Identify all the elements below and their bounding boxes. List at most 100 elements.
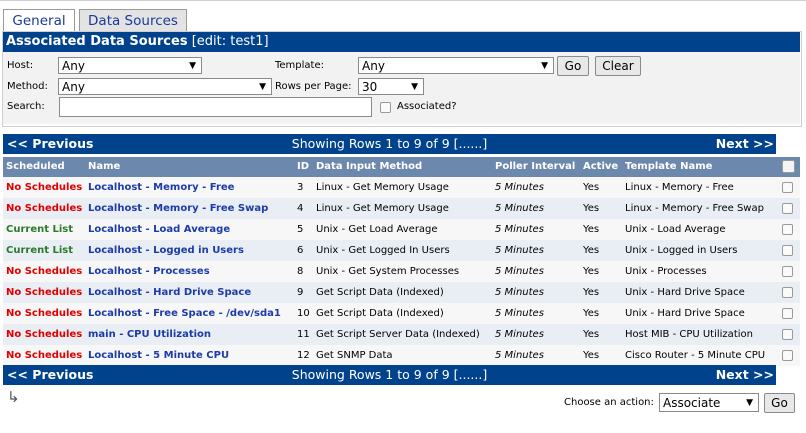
cell-template-name: Host MIB - CPU Utilization bbox=[625, 329, 753, 340]
row-checkbox[interactable] bbox=[782, 287, 793, 298]
cell-poller-interval: 5 Minutes bbox=[495, 308, 544, 319]
cell-name[interactable]: Localhost - Logged in Users bbox=[88, 240, 244, 261]
col-active[interactable]: Active bbox=[583, 157, 618, 177]
col-id[interactable]: ID bbox=[297, 157, 309, 177]
cell-data-input-method: Get SNMP Data bbox=[316, 350, 393, 361]
chevron-down-icon: ▼ bbox=[746, 398, 753, 408]
table-row[interactable]: Current List Localhost - Logged in Users 6… bbox=[3, 240, 800, 261]
rows-per-page-select[interactable]: 30 ▼ bbox=[358, 78, 424, 95]
cell-id: 4 bbox=[297, 203, 304, 214]
col-name[interactable]: Name bbox=[88, 157, 120, 177]
table-row[interactable]: No Schedules Localhost - Free Space - /de… bbox=[3, 303, 800, 324]
cell-active: Yes bbox=[583, 266, 600, 277]
panel-title: Associated Data Sources bbox=[6, 34, 188, 49]
action-select-value: Associate bbox=[663, 396, 721, 410]
cell-id: 8 bbox=[297, 266, 304, 277]
method-select-value: Any bbox=[62, 80, 85, 94]
showing-rows: Showing Rows 1 to 9 of 9 [......] bbox=[291, 367, 488, 382]
col-poller-interval[interactable]: Poller Interval bbox=[495, 157, 575, 177]
tab-data-sources[interactable]: Data Sources bbox=[79, 9, 187, 32]
rows-per-page-value: 30 bbox=[362, 80, 378, 94]
cell-name[interactable]: Localhost - Hard Drive Space bbox=[88, 282, 251, 303]
table-row[interactable]: No Schedules main - CPU Utilization 11 Get … bbox=[3, 324, 800, 345]
cell-poller-interval: 5 Minutes bbox=[495, 350, 544, 361]
row-checkbox[interactable] bbox=[782, 224, 793, 235]
cell-name[interactable]: Localhost - Memory - Free bbox=[88, 177, 234, 198]
table-row[interactable]: No Schedules Localhost - Hard Drive Space… bbox=[3, 282, 800, 303]
select-all-checkbox[interactable] bbox=[782, 160, 795, 173]
chevron-down-icon: ▼ bbox=[259, 82, 266, 92]
row-checkbox[interactable] bbox=[782, 182, 793, 193]
cell-scheduled: No Schedules bbox=[6, 182, 83, 193]
table-row[interactable]: No Schedules Localhost - Processes 8 Unix -… bbox=[3, 261, 800, 282]
cell-template-name: Cisco Router - 5 Minute CPU bbox=[625, 350, 766, 361]
search-label: Search: bbox=[7, 101, 45, 112]
cell-scheduled: No Schedules bbox=[6, 266, 83, 277]
col-data-input-method[interactable]: Data Input Method bbox=[316, 157, 422, 177]
cell-name[interactable]: Localhost - Load Average bbox=[88, 219, 230, 240]
pagination-top: << Previous Showing Rows 1 to 9 of 9 [..… bbox=[3, 134, 776, 154]
cell-poller-interval: 5 Minutes bbox=[495, 203, 544, 214]
cell-active: Yes bbox=[583, 350, 600, 361]
cell-scheduled: Current List bbox=[6, 224, 74, 235]
next-link[interactable]: Next >> bbox=[716, 365, 774, 385]
cell-poller-interval: 5 Minutes bbox=[495, 287, 544, 298]
cell-name[interactable]: main - CPU Utilization bbox=[88, 324, 211, 345]
col-template-name[interactable]: Template Name bbox=[625, 157, 712, 177]
cell-template-name: Unix - Hard Drive Space bbox=[625, 287, 745, 298]
row-checkbox[interactable] bbox=[782, 329, 793, 340]
associated-label: Associated? bbox=[397, 101, 457, 112]
cell-template-name: Unix - Logged in Users bbox=[625, 245, 738, 256]
panel-header: Associated Data Sources [edit: test1] bbox=[3, 32, 800, 52]
row-checkbox[interactable] bbox=[782, 350, 793, 361]
method-select[interactable]: Any ▼ bbox=[58, 78, 272, 95]
cell-scheduled: No Schedules bbox=[6, 287, 83, 298]
cell-id: 12 bbox=[297, 350, 310, 361]
template-label: Template: bbox=[275, 60, 324, 71]
cell-scheduled: No Schedules bbox=[6, 329, 83, 340]
row-checkbox[interactable] bbox=[782, 266, 793, 277]
cell-active: Yes bbox=[583, 224, 600, 235]
table-row[interactable]: No Schedules Localhost - Memory - Free Sw… bbox=[3, 198, 800, 219]
col-scheduled[interactable]: Scheduled bbox=[6, 157, 65, 177]
cell-id: 9 bbox=[297, 287, 304, 298]
pagination-bottom: << Previous Showing Rows 1 to 9 of 9 [..… bbox=[3, 365, 776, 385]
cell-data-input-method: Get Script Server Data (Indexed) bbox=[316, 329, 480, 340]
cell-id: 6 bbox=[297, 245, 304, 256]
cell-name[interactable]: Localhost - Processes bbox=[88, 261, 210, 282]
table-row[interactable]: No Schedules Localhost - Memory - Free 3 Li… bbox=[3, 177, 800, 198]
go-button[interactable]: Go bbox=[557, 56, 589, 76]
panel-edit-label: [edit: test1] bbox=[191, 34, 269, 49]
cell-poller-interval: 5 Minutes bbox=[495, 245, 544, 256]
table-row[interactable]: No Schedules Localhost - 5 Minute CPU 12 Ge… bbox=[3, 345, 800, 366]
chevron-down-icon: ▼ bbox=[541, 61, 548, 71]
cell-name[interactable]: Localhost - 5 Minute CPU bbox=[88, 345, 229, 366]
cell-poller-interval: 5 Minutes bbox=[495, 182, 544, 193]
associated-checkbox[interactable] bbox=[380, 102, 391, 113]
row-checkbox[interactable] bbox=[782, 308, 793, 319]
cell-name[interactable]: Localhost - Free Space - /dev/sda1 bbox=[88, 303, 281, 324]
host-label: Host: bbox=[7, 60, 34, 71]
template-select-value: Any bbox=[362, 59, 385, 73]
tab-general[interactable]: General bbox=[3, 9, 75, 32]
showing-rows: Showing Rows 1 to 9 of 9 [......] bbox=[291, 136, 488, 151]
cell-id: 5 bbox=[297, 224, 304, 235]
cell-template-name: Linux - Memory - Free bbox=[625, 182, 734, 193]
cell-active: Yes bbox=[583, 287, 600, 298]
clear-button[interactable]: Clear bbox=[595, 56, 641, 76]
template-select[interactable]: Any ▼ bbox=[358, 57, 554, 74]
cell-template-name: Unix - Processes bbox=[625, 266, 707, 277]
table-row[interactable]: Current List Localhost - Load Average 5 Uni… bbox=[3, 219, 800, 240]
host-select-value: Any bbox=[62, 59, 85, 73]
choose-action-label: Choose an action: bbox=[564, 397, 654, 408]
action-go-button[interactable]: Go bbox=[764, 393, 795, 413]
row-checkbox[interactable] bbox=[782, 203, 793, 214]
next-link[interactable]: Next >> bbox=[716, 134, 774, 154]
row-checkbox[interactable] bbox=[782, 245, 793, 256]
cell-template-name: Unix - Hard Drive Space bbox=[625, 308, 745, 319]
host-select[interactable]: Any ▼ bbox=[58, 57, 202, 74]
action-select[interactable]: Associate ▼ bbox=[659, 393, 759, 412]
search-input[interactable] bbox=[59, 97, 372, 117]
cell-poller-interval: 5 Minutes bbox=[495, 224, 544, 235]
cell-name[interactable]: Localhost - Memory - Free Swap bbox=[88, 198, 268, 219]
